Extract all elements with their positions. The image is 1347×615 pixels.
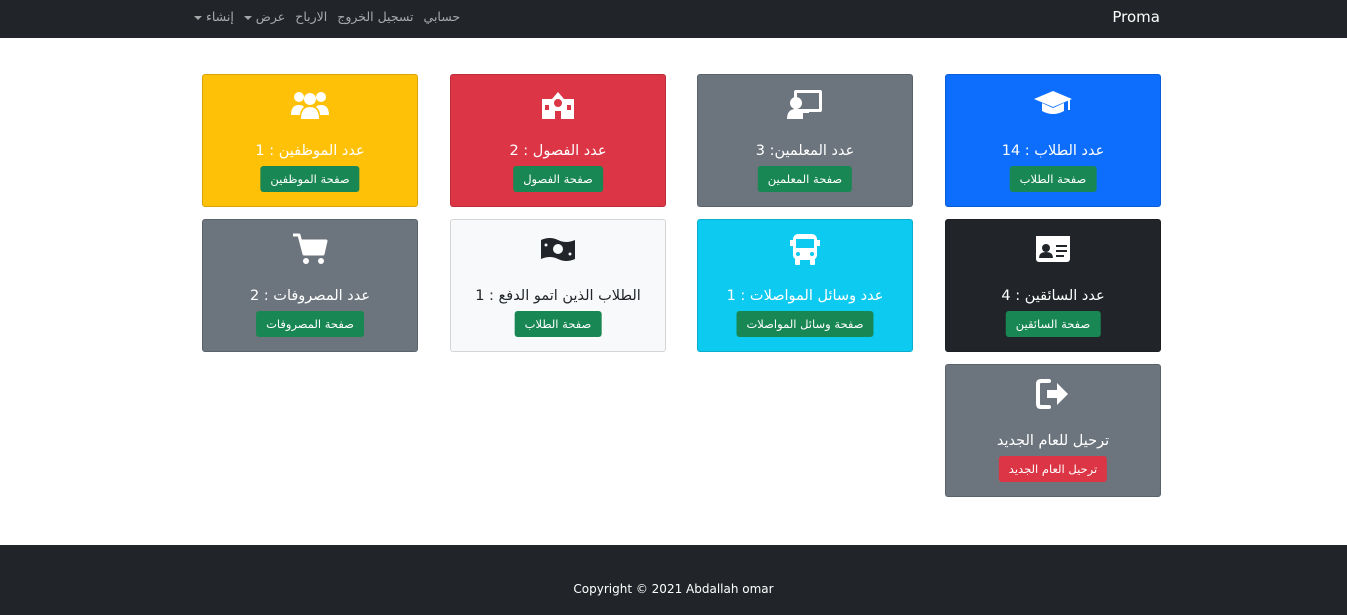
card-vehicles: عدد وسائل المواصلات : 1 صفحة وسائل الموا… [697,219,913,352]
id-card-icon [946,232,1160,266]
top-navbar: Proma إنشاء عرض الارباح تسجيل الخروج حسا… [0,0,1347,38]
nav-profits-link[interactable]: الارباح [295,9,327,24]
card-expenses: عدد المصروفات : 2 صفحة المصروفات [202,219,418,352]
card-employees: عدد الموظفين : 1 صفحة الموظفين [202,74,418,207]
vehicles-page-button[interactable]: صفحة وسائل المواصلات [736,311,874,337]
card-paid-students: الطلاب الذين اتمو الدفع : 1 صفحة الطلاب [450,219,666,352]
card-classes: عدد الفصول : 2 صفحة الفصول [450,74,666,207]
paid-students-page-button[interactable]: صفحة الطلاب [514,311,602,337]
card-title: عدد المعلمين: 3 [755,143,855,159]
nav-account-link[interactable]: حسابي [424,9,461,24]
card-title: عدد وسائل المواصلات : 1 [726,288,884,304]
expenses-page-button[interactable]: صفحة المصروفات [256,311,364,337]
cart-icon [203,232,417,266]
teacher-icon [698,87,912,121]
chevron-down-icon [243,15,252,20]
graduation-cap-icon [946,87,1160,121]
card-title: عدد المصروفات : 2 [249,288,371,304]
nav-logout-link[interactable]: تسجيل الخروج [337,9,413,24]
card-students: عدد الطلاب : 14 صفحة الطلاب [945,74,1161,207]
money-bill-icon [451,232,665,266]
nav-create-dropdown[interactable]: إنشاء [194,9,234,24]
card-drivers: عدد السائقين : 4 صفحة السائقين [945,219,1161,352]
nav-view-dropdown[interactable]: عرض [243,9,286,24]
bus-icon [698,232,912,266]
school-icon [451,87,665,121]
users-icon [203,87,417,121]
card-teachers: عدد المعلمين: 3 صفحة المعلمين [697,74,913,207]
card-title: الطلاب الذين اتمو الدفع : 1 [475,288,641,304]
chevron-down-icon [194,15,202,20]
card-title: عدد الموظفين : 1 [255,143,365,159]
footer: Copyright © 2021 Abdallah omar [0,545,1347,615]
year-transfer-button[interactable]: ترحيل العام الجديد [998,456,1108,482]
card-title: عدد الفصول : 2 [509,143,607,159]
nav-links: إنشاء عرض الارباح تسجيل الخروج حسابي [194,9,460,24]
copyright-text: Copyright © 2021 Abdallah omar [573,582,774,596]
card-title: ترحيل للعام الجديد [996,433,1110,449]
teachers-page-button[interactable]: صفحة المعلمين [757,166,853,192]
drivers-page-button[interactable]: صفحة السائقين [1005,311,1101,337]
employees-page-button[interactable]: صفحة الموظفين [260,166,360,192]
nav-create-label: إنشاء [206,9,234,24]
students-page-button[interactable]: صفحة الطلاب [1009,166,1097,192]
nav-view-label: عرض [255,9,286,24]
sign-out-icon [946,377,1160,411]
classes-page-button[interactable]: صفحة الفصول [513,166,603,192]
card-title: عدد الطلاب : 14 [1001,143,1105,159]
card-year-transfer: ترحيل للعام الجديد ترحيل العام الجديد [945,364,1161,497]
brand-logo[interactable]: Proma [1112,8,1160,26]
card-title: عدد السائقين : 4 [1001,288,1105,304]
